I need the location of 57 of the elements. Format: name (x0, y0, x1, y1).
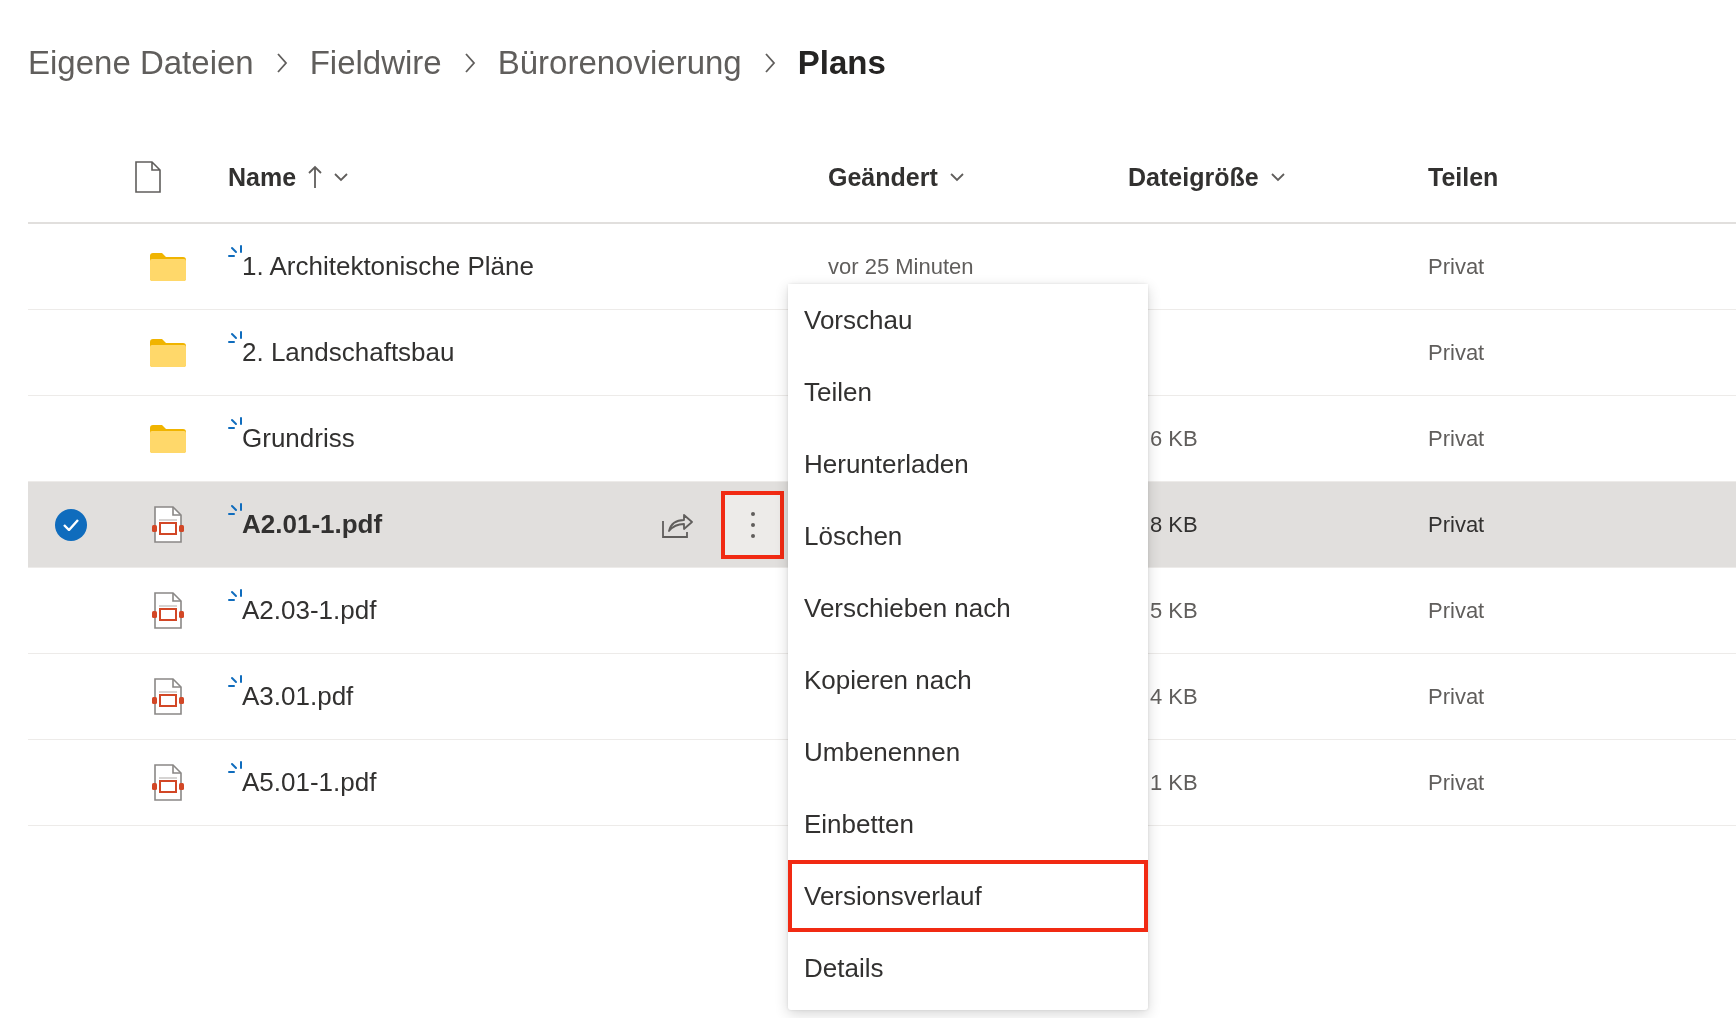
breadcrumb-link[interactable]: Eigene Dateien (28, 44, 254, 82)
chevron-down-icon (949, 172, 964, 182)
chevron-down-icon (1270, 172, 1285, 182)
modified-date: vor 25 Minuten (828, 253, 975, 280)
breadcrumb-link[interactable]: Fieldwire (309, 44, 442, 82)
breadcrumb-link[interactable]: Bürorenovierung (497, 44, 742, 82)
menu-item[interactable]: Löschen (788, 500, 1148, 572)
menu-item[interactable]: Verschieben nach (788, 572, 1148, 644)
more-options-button[interactable] (721, 490, 784, 559)
chevron-down-icon (334, 172, 349, 182)
column-header[interactable]: Name (228, 162, 349, 192)
pdf-file-icon (151, 505, 185, 544)
pdf-file-icon (151, 763, 185, 802)
chevron-right-icon (275, 52, 288, 74)
breadcrumb-link[interactable]: Plans (797, 44, 886, 82)
file-size: 1 KB (1149, 769, 1199, 796)
menu-item[interactable]: Einbetten (788, 788, 1148, 860)
sharing-status: Privat (1428, 339, 1486, 366)
sharing-status: Privat (1428, 769, 1486, 796)
checkbox[interactable] (54, 508, 87, 541)
file-name[interactable]: A5.01-1.pdf (242, 767, 377, 798)
file-name[interactable]: A2.01-1.pdf (242, 509, 383, 540)
sharing-status: Privat (1428, 597, 1486, 624)
menu-item[interactable]: Herunterladen (788, 428, 1148, 500)
file-name[interactable]: Grundriss (242, 423, 355, 454)
file-size: 4 KB (1149, 683, 1199, 710)
menu-item[interactable]: Umbenennen (788, 716, 1148, 788)
file-name[interactable]: A2.03-1.pdf (242, 595, 377, 626)
file-size: 5 KB (1149, 597, 1199, 624)
column-header[interactable]: Dateigröße (1128, 162, 1285, 192)
column-header[interactable]: Teilen (1428, 162, 1499, 192)
file-type-icon (135, 161, 161, 193)
checkmark-icon (62, 518, 79, 531)
chevron-right-icon (763, 52, 776, 74)
file-size: 6 KB (1149, 425, 1199, 452)
folder-icon (150, 424, 186, 453)
menu-item[interactable]: Details (788, 932, 1148, 1004)
folder-icon (150, 338, 186, 367)
file-name[interactable]: 2. Landschaftsbau (242, 337, 455, 368)
sharing-status: Privat (1428, 253, 1486, 280)
file-name[interactable]: A3.01.pdf (242, 681, 354, 712)
sharing-status: Privat (1428, 683, 1486, 710)
pdf-file-icon (151, 677, 185, 716)
sharing-status: Privat (1428, 511, 1486, 538)
menu-item[interactable]: Kopieren nach (788, 644, 1148, 716)
pdf-file-icon (151, 591, 185, 630)
menu-item[interactable]: Teilen (788, 356, 1148, 428)
sort-ascending-icon (308, 165, 323, 189)
sharing-status: Privat (1428, 425, 1486, 452)
file-name[interactable]: 1. Architektonische Pläne (242, 251, 534, 282)
menu-item[interactable]: Vorschau (788, 284, 1148, 356)
chevron-right-icon (463, 52, 476, 74)
file-size: 8 KB (1149, 511, 1199, 538)
more-icon (749, 510, 756, 539)
column-header[interactable]: Geändert (828, 162, 964, 192)
folder-icon (150, 252, 186, 281)
menu-item[interactable]: Versionsverlauf (788, 860, 1148, 932)
